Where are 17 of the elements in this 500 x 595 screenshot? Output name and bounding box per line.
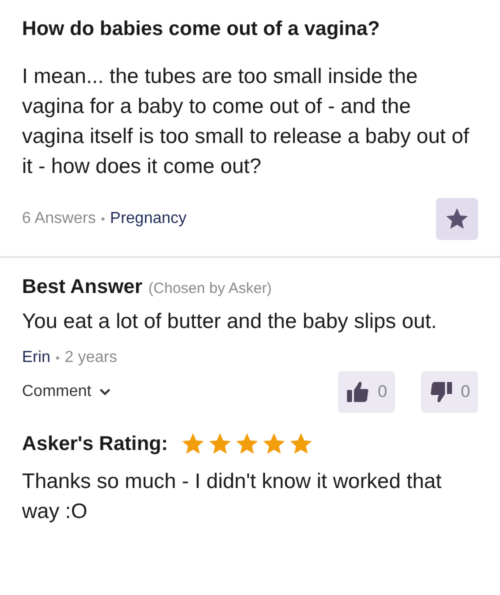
chosen-note: (Chosen by Asker) — [148, 280, 272, 297]
author-link[interactable]: Erin — [22, 349, 50, 367]
separator-dot: • — [55, 351, 60, 365]
answer-text: You eat a lot of butter and the baby slips out. — [22, 309, 438, 335]
rating-comment: Thanks so much - I didn't know it worked that way :O — [22, 469, 443, 525]
thumbs-down-icon — [428, 381, 453, 403]
category-link[interactable]: Pregnancy — [110, 210, 187, 228]
comment-button[interactable]: Comment — [22, 383, 112, 401]
answer-age: 2 years — [64, 349, 118, 367]
best-answer-heading: Best Answer — [22, 276, 142, 299]
rating-label: Asker's Rating: — [22, 432, 168, 456]
chevron-icon — [99, 388, 112, 396]
question-title: How do babies come out of a vagina? — [22, 17, 381, 42]
separator-dot: • — [100, 212, 106, 226]
thumbs-up-icon — [346, 381, 370, 403]
favorite-button[interactable] — [436, 198, 478, 240]
question-text: I mean... the tubes are too small inside the vagina for a baby to come out of - and the vagina itself is too small to release a baby out of it - how does it come out? — [22, 64, 470, 180]
